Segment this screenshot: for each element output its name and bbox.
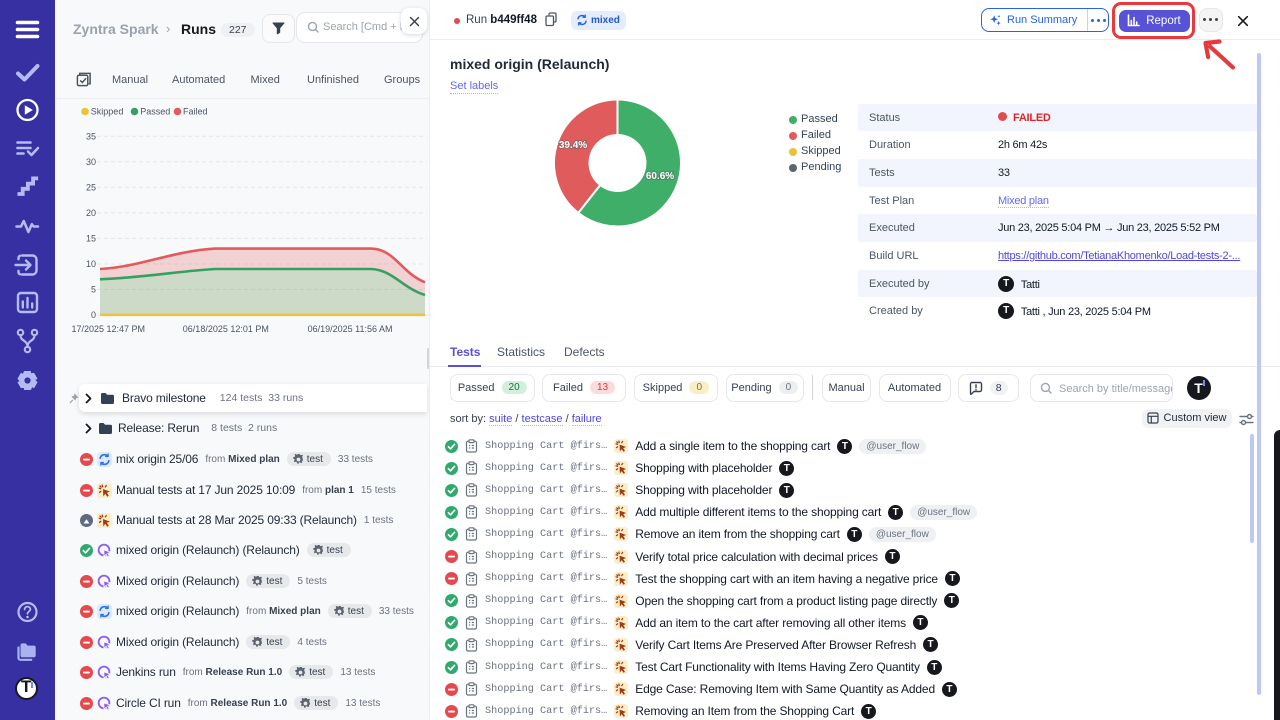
svg-text:39.4%: 39.4% <box>559 140 587 151</box>
svg-text:60.6%: 60.6% <box>646 171 674 182</box>
